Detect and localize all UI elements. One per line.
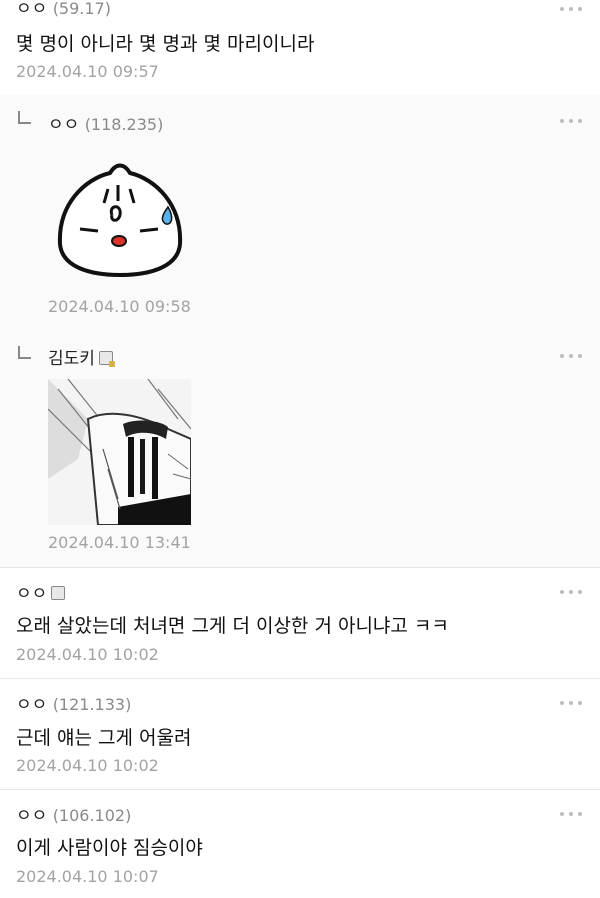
comment-author[interactable]: 김도키 [48, 344, 115, 369]
more-options-icon[interactable] [560, 811, 582, 817]
member-badge-icon [51, 586, 66, 600]
comment-author[interactable]: ㅇㅇ (118.235) [48, 110, 163, 135]
comment-item: ㅇㅇ (106.102) 이게 사람이야 짐승이야 2024.04.10 10:… [0, 789, 600, 898]
more-options-icon[interactable] [560, 589, 582, 595]
dumpling-emoticon-image[interactable] [50, 159, 190, 279]
reply-arrow-icon [18, 111, 31, 124]
comment-author[interactable]: ㅇㅇ (121.133) [16, 690, 131, 715]
comment-date: 2024.04.10 13:41 [48, 533, 191, 552]
comment-date: 2024.04.10 10:02 [16, 756, 159, 775]
comment-item: ㅇㅇ (121.133) 근데 얘는 그게 어울려 2024.04.10 10:… [0, 678, 600, 790]
comment-text: 근데 얘는 그게 어울려 [16, 727, 192, 749]
comment-item: ㅇㅇ 오래 살았는데 처녀면 그게 더 이상한 거 아니냐고 ㅋㅋ 2024.0… [0, 567, 600, 679]
reply-item: ㅇㅇ (118.235) 2024.04.10 09:58 [0, 95, 600, 331]
member-badge-icon [98, 351, 115, 367]
comment-date: 2024.04.10 10:07 [16, 867, 159, 886]
comment-item: ㅇㅇ (59.17) 몇 명이 아니라 몇 명과 몇 마리이니라 2024.04… [0, 0, 600, 96]
comment-text: 이게 사람이야 짐승이야 [16, 837, 203, 859]
more-options-icon[interactable] [560, 6, 582, 12]
manga-image[interactable] [47, 378, 192, 526]
comment-author[interactable]: ㅇㅇ (106.102) [16, 801, 131, 826]
comment-text: 오래 살았는데 처녀면 그게 더 이상한 거 아니냐고 ㅋㅋ [16, 615, 449, 637]
comment-date: 2024.04.10 09:57 [16, 62, 159, 81]
reply-arrow-icon [18, 346, 31, 359]
comment-date: 2024.04.10 09:58 [48, 297, 191, 316]
more-options-icon[interactable] [560, 118, 582, 124]
more-options-icon[interactable] [560, 353, 582, 359]
comment-author[interactable]: ㅇㅇ (59.17) [16, 0, 111, 19]
more-options-icon[interactable] [560, 700, 582, 706]
comment-author[interactable]: ㅇㅇ [16, 579, 66, 604]
comment-date: 2024.04.10 10:02 [16, 645, 159, 664]
reply-item: 김도키 2024.04.10 13:41 [0, 330, 600, 568]
comment-text: 몇 명이 아니라 몇 명과 몇 마리이니라 [16, 33, 315, 55]
